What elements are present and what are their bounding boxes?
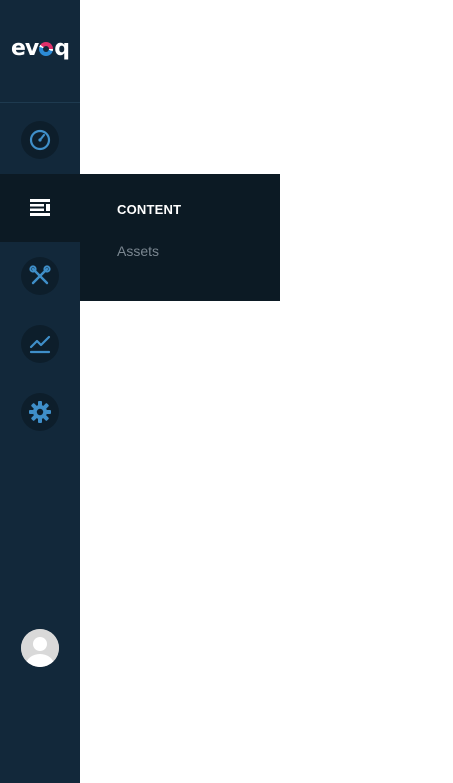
sidebar-item-dashboard[interactable] xyxy=(0,106,80,174)
sidebar-item-analytics[interactable] xyxy=(0,310,80,378)
sidebar-item-content[interactable] xyxy=(0,174,80,242)
tools-icon xyxy=(29,265,51,285)
sidebar-item-manage-circle xyxy=(21,257,59,295)
user-avatar-icon xyxy=(21,629,59,667)
logo-wordmark: ev q xyxy=(10,35,70,61)
logo-mark-icon xyxy=(39,41,54,56)
gear-icon xyxy=(29,401,51,423)
sidebar-item-content-circle xyxy=(21,189,59,227)
chart-line-icon xyxy=(29,335,51,354)
gauge-icon xyxy=(29,129,51,151)
logo-text-suffix: q xyxy=(54,35,70,61)
logo-text-prefix: ev xyxy=(10,35,39,61)
flyout-title: CONTENT xyxy=(117,202,182,217)
sidebar-item-manage[interactable] xyxy=(0,242,80,310)
sidebar-item-analytics-circle xyxy=(21,325,59,363)
content-flyout-menu: CONTENT Assets xyxy=(80,174,280,301)
app-root: ev q CONTENT Assets xyxy=(0,0,453,783)
sidebar-item-settings-circle xyxy=(21,393,59,431)
flyout-link-assets[interactable]: Assets xyxy=(117,243,159,259)
content-icon xyxy=(30,199,50,216)
sidebar-item-settings[interactable] xyxy=(0,378,80,446)
sidebar: ev q xyxy=(0,0,80,783)
user-avatar[interactable] xyxy=(21,629,59,667)
sidebar-item-dashboard-circle xyxy=(21,121,59,159)
logo[interactable]: ev q xyxy=(0,0,80,103)
